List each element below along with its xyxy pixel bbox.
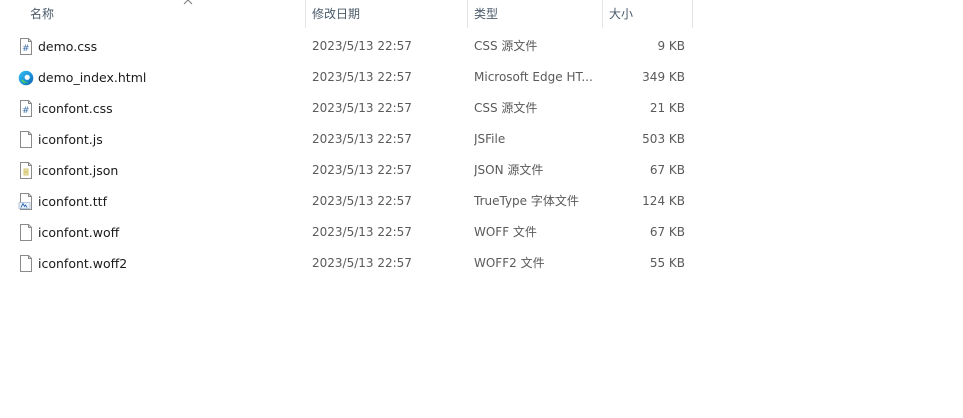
file-type: JSFile xyxy=(474,132,506,146)
file-modified-date: 2023/5/13 22:57 xyxy=(312,194,412,208)
sort-ascending-icon xyxy=(183,0,193,5)
column-header-size[interactable]: 大小 xyxy=(603,0,693,28)
file-row[interactable]: # demo.css 2023/5/13 22:57 CSS 源文件 9 KB xyxy=(0,31,693,62)
edge-html-file-icon xyxy=(18,69,34,86)
file-type: JSON 源文件 xyxy=(474,163,544,177)
file-modified-date: 2023/5/13 22:57 xyxy=(312,163,412,177)
file-name: iconfont.js xyxy=(38,132,103,147)
file-row[interactable]: iconfont.woff 2023/5/13 22:57 WOFF 文件 67 KB xyxy=(0,217,693,248)
file-size: 124 KB xyxy=(642,194,685,208)
file-name: iconfont.json xyxy=(38,163,119,178)
file-size: 503 KB xyxy=(642,132,685,146)
column-header-name[interactable]: 名称 xyxy=(24,0,306,28)
file-size: 67 KB xyxy=(649,163,685,177)
file-row[interactable]: # iconfont.css 2023/5/13 22:57 CSS 源文件 21 KB xyxy=(0,93,693,124)
css-file-icon: # xyxy=(18,100,34,117)
file-type: WOFF2 文件 xyxy=(474,256,545,270)
file-size: 349 KB xyxy=(642,70,685,84)
file-modified-date: 2023/5/13 22:57 xyxy=(312,70,412,84)
file-list-view: 名称 修改日期 类型 大小 # demo.css 2023/5/13 22:57 CS… xyxy=(0,0,963,418)
column-header-date[interactable]: 修改日期 xyxy=(306,0,468,28)
file-size: 9 KB xyxy=(657,39,685,53)
file-name: iconfont.ttf xyxy=(38,194,107,209)
file-type: Microsoft Edge HT... xyxy=(474,70,593,84)
column-header-type-label: 类型 xyxy=(474,7,499,21)
file-row[interactable]: iconfont.ttf 2023/5/13 22:57 TrueType 字体文件… xyxy=(0,186,693,217)
file-row[interactable]: demo_index.html 2023/5/13 22:57 Microsoft … xyxy=(0,62,693,93)
file-name: demo_index.html xyxy=(38,70,147,85)
column-header-name-label: 名称 xyxy=(30,7,55,21)
css-file-icon: # xyxy=(18,38,34,55)
svg-text:#: # xyxy=(22,106,30,116)
file-modified-date: 2023/5/13 22:57 xyxy=(312,101,412,115)
file-name: iconfont.woff2 xyxy=(38,256,128,271)
file-name: demo.css xyxy=(38,39,98,54)
font-file-icon xyxy=(18,193,34,210)
column-header-type[interactable]: 类型 xyxy=(468,0,603,28)
file-size: 67 KB xyxy=(649,225,685,239)
file-size: 55 KB xyxy=(649,256,685,270)
file-name: iconfont.css xyxy=(38,101,113,116)
file-type: WOFF 文件 xyxy=(474,225,537,239)
file-size: 21 KB xyxy=(649,101,685,115)
column-header-date-label: 修改日期 xyxy=(312,7,361,21)
blank-file-icon xyxy=(18,255,34,272)
file-row[interactable]: iconfont.js 2023/5/13 22:57 JSFile 503 KB xyxy=(0,124,693,155)
svg-text:#: # xyxy=(22,44,30,54)
blank-file-icon xyxy=(18,224,34,241)
column-header: 名称 修改日期 类型 大小 xyxy=(0,0,693,28)
file-type: CSS 源文件 xyxy=(474,39,538,53)
file-name: iconfont.woff xyxy=(38,225,120,240)
column-header-size-label: 大小 xyxy=(609,7,634,21)
file-type: TrueType 字体文件 xyxy=(474,194,579,208)
file-modified-date: 2023/5/13 22:57 xyxy=(312,225,412,239)
file-modified-date: 2023/5/13 22:57 xyxy=(312,39,412,53)
file-modified-date: 2023/5/13 22:57 xyxy=(312,132,412,146)
file-row[interactable]: iconfont.json 2023/5/13 22:57 JSON 源文件 67 K… xyxy=(0,155,693,186)
json-file-icon xyxy=(18,162,34,179)
file-type: CSS 源文件 xyxy=(474,101,538,115)
file-modified-date: 2023/5/13 22:57 xyxy=(312,256,412,270)
blank-file-icon xyxy=(18,131,34,148)
file-row[interactable]: iconfont.woff2 2023/5/13 22:57 WOFF2 文件 55 … xyxy=(0,248,693,279)
